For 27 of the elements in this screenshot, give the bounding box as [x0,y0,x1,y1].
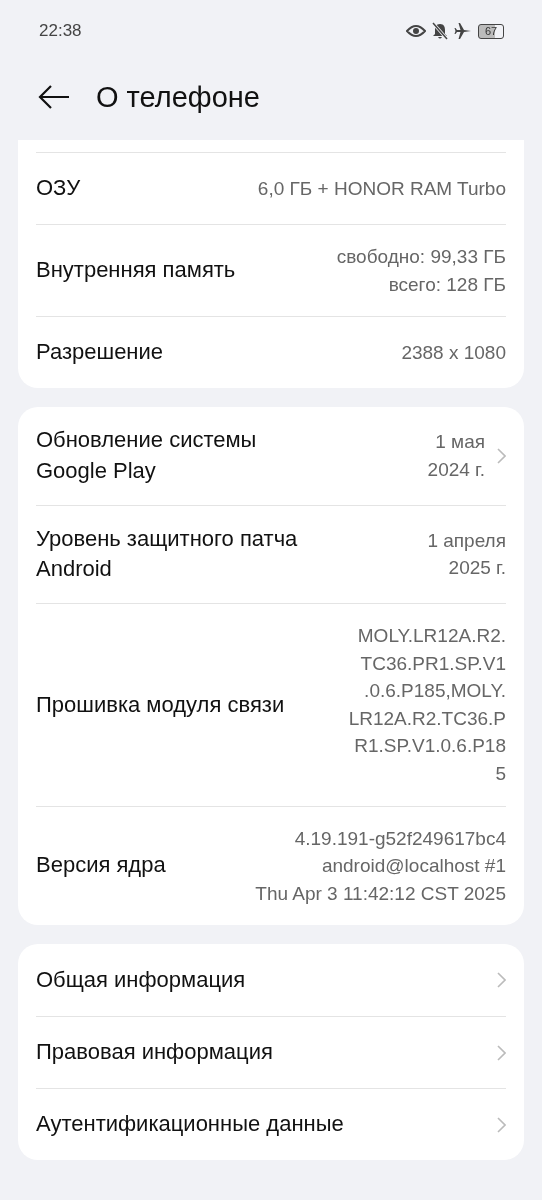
row-label: Разрешение [36,338,164,367]
page-title: О телефоне [96,80,260,114]
battery-icon: 67 [478,23,504,39]
settings-row[interactable]: Правовая информация [36,1016,506,1089]
row-label: Внутренняя память [36,256,236,285]
row-label: Правовая информация [36,1038,273,1067]
row-label: Обновление системы Google Play [36,426,257,485]
eye-icon [406,24,426,38]
row-label: Общая информация [36,965,246,994]
row-label: ОЗУ [36,174,81,203]
row-value: 4.19.191-g52f249617bc4 android@localhost #1 Thu Apr 3 11:42:12 CST 2025 [255,826,506,906]
bell-off-icon [432,22,448,40]
settings-row[interactable]: Обновление системы Google Play 1 мая 2024 г. [36,407,506,505]
row-label: Аутентификационные данные [36,1110,344,1139]
row-value: 6,0 ГБ + HONOR RAM Turbo [257,176,506,201]
row-value: 1 мая 2024 г. [427,430,485,482]
row-value: 2388 x 1080 [401,340,506,365]
row-value: 1 апреля 2025 г. [427,528,506,581]
row-label: Прошивка модуля связи [36,690,285,719]
row-value: свободно: 99,33 ГБ всего: 128 ГБ [336,245,506,297]
settings-row[interactable]: Аутентификационные данные [36,1088,506,1161]
status-time: 22:38 [39,21,82,41]
settings-row[interactable]: Общая информация [36,944,506,1017]
row-label: Уровень защитного патча Android [36,524,298,584]
row-label: Версия ядра [36,851,166,880]
row-value: MOLY.LR12A.R2. TC36.PR1.SP.V1 .0.6.P185,MOLY. LR12A.R2.TC36.P R1.SP.V1.0.6.P18 5 [348,624,506,786]
back-icon[interactable] [38,84,70,110]
